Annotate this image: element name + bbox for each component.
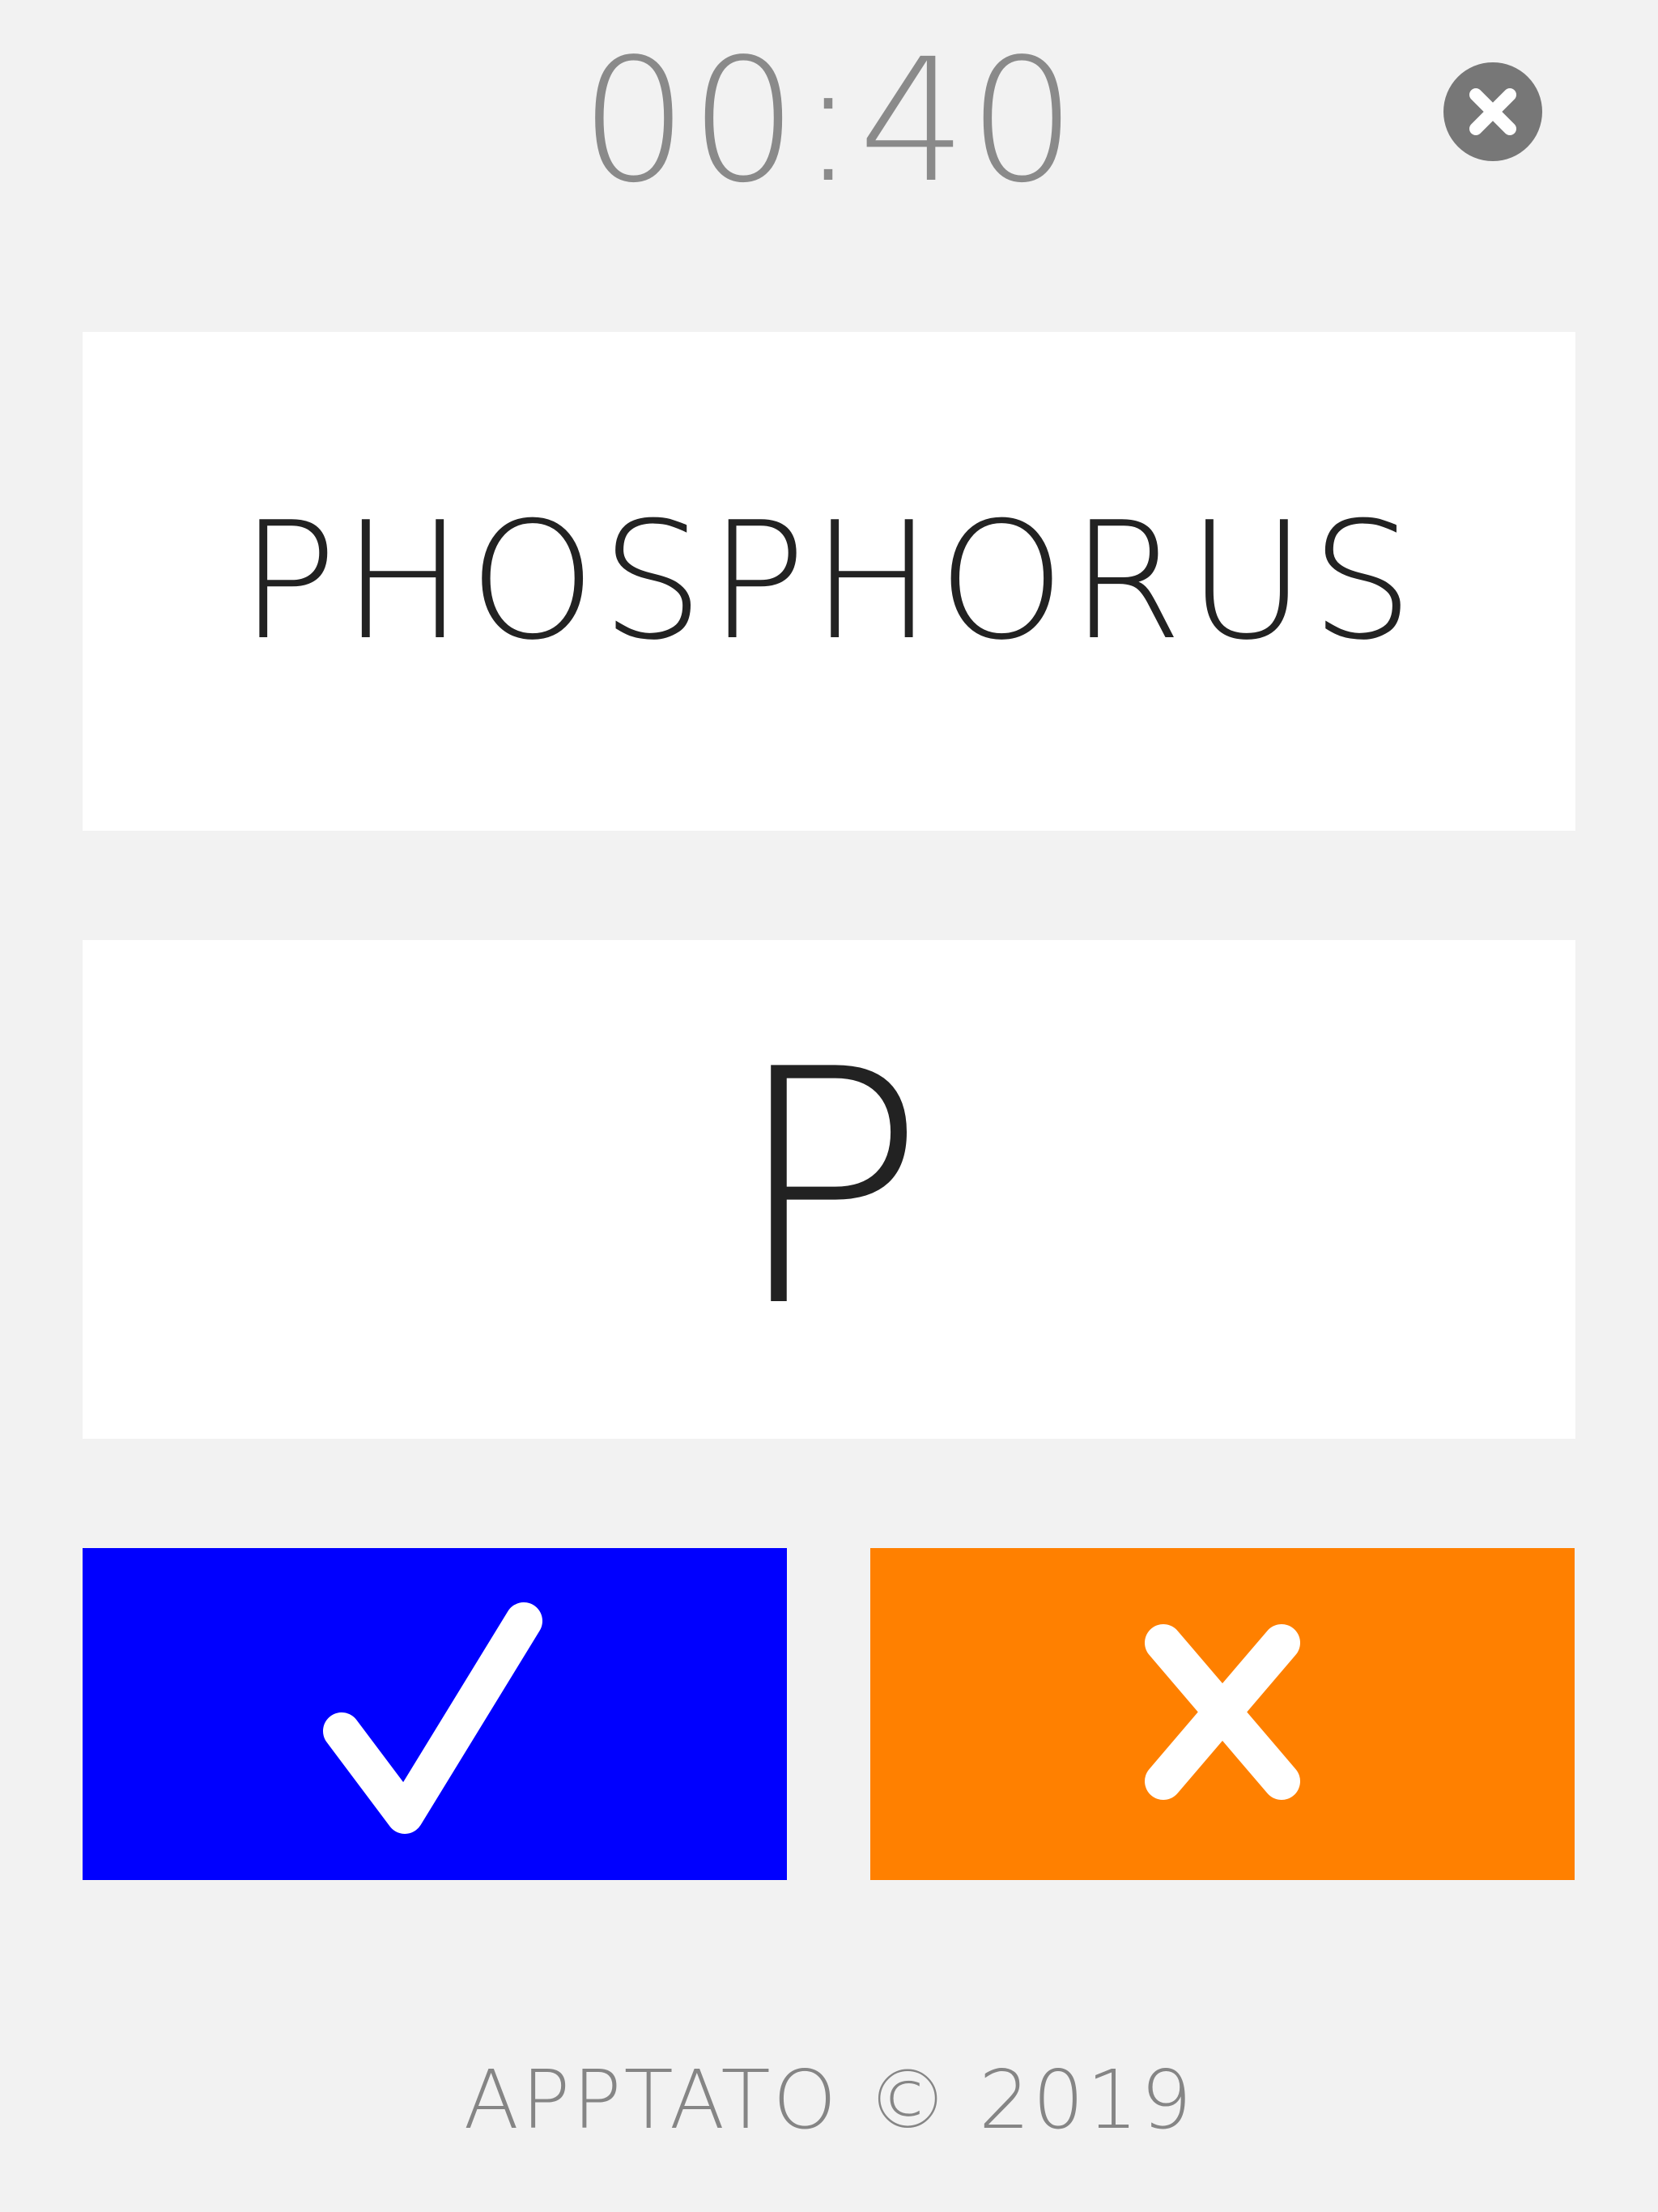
close-icon: [1469, 88, 1516, 135]
x-mark-icon: [1145, 1624, 1300, 1800]
countdown-timer: 00:40: [580, 22, 1078, 220]
wrong-button[interactable]: [870, 1548, 1575, 1880]
term-card: PHOSPHORUS: [83, 332, 1575, 831]
term-text: PHOSPHORUS: [239, 487, 1419, 676]
answer-card: P: [83, 940, 1575, 1439]
checkmark-icon: [323, 1602, 542, 1834]
footer-copyright: APPTATO © 2019: [463, 2052, 1195, 2147]
answer-text: P: [731, 1001, 927, 1378]
correct-button[interactable]: [83, 1548, 787, 1880]
close-button[interactable]: [1443, 62, 1542, 161]
